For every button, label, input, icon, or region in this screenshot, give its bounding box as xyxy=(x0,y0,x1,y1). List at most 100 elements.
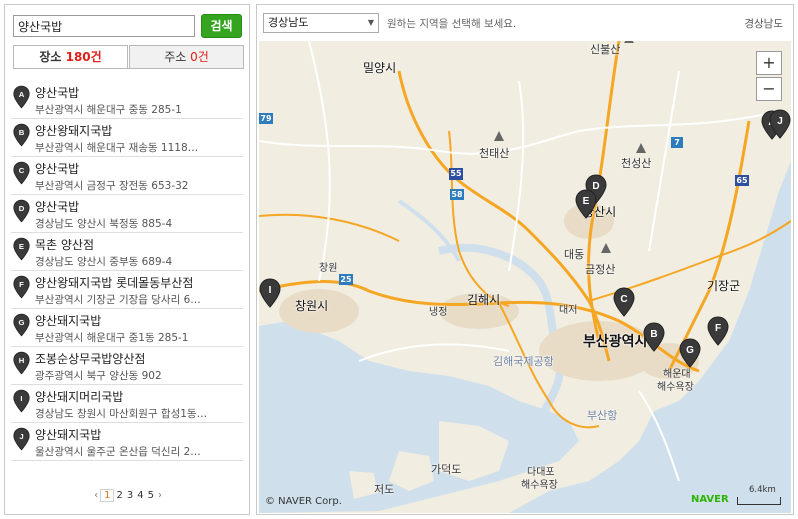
map-marker-f[interactable]: F xyxy=(707,316,729,346)
result-address: 부산광역시 기장군 기장읍 당사리 6… xyxy=(35,294,201,306)
map-marker-j[interactable]: J xyxy=(769,109,791,139)
map-marker-b[interactable]: B xyxy=(643,322,665,352)
result-address: 부산광역시 해운대구 재송동 1118… xyxy=(35,142,199,154)
label-busan-port: 부산항 xyxy=(587,409,618,422)
highway-shield-79: 79 xyxy=(259,113,273,124)
highway-shield-65: 65 xyxy=(735,175,749,186)
label-daejeo: 대저 xyxy=(559,305,578,316)
page-link[interactable]: 4 xyxy=(135,490,145,501)
list-item[interactable]: H 조봉순상무국밥양산점광주광역시 북구 양산동 902 xyxy=(11,347,243,385)
svg-text:B: B xyxy=(19,128,25,137)
list-item[interactable]: J 양산돼지국밥 울산광역시 울주군 온산읍 덕신리 2… xyxy=(11,423,243,461)
next-page-icon[interactable]: › xyxy=(156,490,164,501)
svg-text:B: B xyxy=(650,329,657,340)
label-naengjeong: 냉정 xyxy=(429,307,448,318)
result-address: 경상남도 양산시 중부동 689-4 xyxy=(35,256,173,268)
svg-text:E: E xyxy=(583,196,590,207)
result-name[interactable]: 양산국밥 xyxy=(35,160,243,177)
zoom-out-button[interactable]: − xyxy=(756,77,782,101)
label-dadaepo-beach: 해수욕장 xyxy=(521,480,558,491)
map-panel: 경상남도 ▼ 원하는 지역을 선택해 보세요. 경상남도 79 55 58 25… xyxy=(256,4,794,515)
region-current: 경상남도 xyxy=(744,18,783,30)
search-input[interactable] xyxy=(13,15,195,37)
highway-shield-58: 58 xyxy=(450,189,464,200)
label-haeundae-beach: 해수욕장 xyxy=(657,382,694,393)
highway-shield-55: 55 xyxy=(449,168,463,180)
page-link[interactable]: 2 xyxy=(114,490,124,501)
map-view[interactable]: 79 55 58 25 65 7 신불산 밀양시 천태산 천성산 양산시 대동 … xyxy=(259,41,791,513)
zoom-in-button[interactable]: + xyxy=(756,51,782,75)
label-gadeokdo: 가덕도 xyxy=(431,463,462,476)
list-item[interactable]: C 양산국밥부산광역시 금정구 장전동 653-32 xyxy=(11,157,243,195)
highway-shield-25: 25 xyxy=(339,274,353,285)
svg-text:G: G xyxy=(18,318,24,327)
list-item[interactable]: I 양산돼지머리국밥경상남도 창원시 마산회원구 합성1동… xyxy=(11,385,243,423)
result-address: 광주광역시 북구 양산동 902 xyxy=(35,370,162,382)
map-marker-c[interactable]: C xyxy=(613,287,635,317)
pagination: ‹ 1 2 3 4 5 › xyxy=(5,489,251,502)
marker-pin-icon: G xyxy=(13,313,30,337)
region-select[interactable]: 경상남도 ▼ xyxy=(263,13,379,33)
tab-divider xyxy=(13,68,243,69)
svg-text:J: J xyxy=(777,116,783,127)
result-name[interactable]: 양산돼지머리국밥 xyxy=(35,388,243,405)
list-item[interactable]: B 양산왕돼지국밥부산광역시 해운대구 재송동 1118… xyxy=(11,119,243,157)
result-name[interactable]: 양산돼지국밥 xyxy=(35,426,243,443)
list-item[interactable]: G 양산돼지국밥부산광역시 해운대구 중1동 285-1 xyxy=(11,309,243,347)
marker-pin-icon: B xyxy=(13,123,30,147)
result-address: 부산광역시 해운대구 중1동 285-1 xyxy=(35,332,189,344)
marker-pin-icon: E xyxy=(13,237,30,261)
result-name[interactable]: 목촌 양산점 xyxy=(35,236,243,253)
list-item[interactable]: D 양산국밥경상남도 양산시 북정동 885-4 xyxy=(11,195,243,233)
svg-text:E: E xyxy=(19,242,24,251)
prev-page-icon[interactable]: ‹ xyxy=(92,490,100,501)
map-marker-e[interactable]: E xyxy=(575,189,597,219)
page-link[interactable]: 3 xyxy=(125,490,135,501)
marker-pin-icon: H xyxy=(13,351,30,375)
label-gimhae: 김해시 xyxy=(467,293,501,307)
result-name[interactable]: 양산왕돼지국밥 롯데몰동부산점 xyxy=(35,274,243,291)
result-tabs: 장소 180건 주소 0건 xyxy=(13,45,244,69)
tab-address-label: 주소 xyxy=(164,50,187,64)
page-link[interactable]: 5 xyxy=(146,490,156,501)
result-name[interactable]: 양산국밥 xyxy=(35,84,243,101)
label-miryang: 밀양시 xyxy=(363,61,397,75)
label-geumjeongsan: 금정산 xyxy=(585,263,616,276)
svg-text:C: C xyxy=(620,294,627,305)
map-marker-i[interactable]: I xyxy=(259,278,281,308)
list-item[interactable]: A 양산국밥 부산광역시 해운대구 중동 285-1 xyxy=(11,81,243,119)
region-select-value: 경상남도 xyxy=(268,16,309,29)
label-changwon: 창원시 xyxy=(295,299,329,313)
result-address: 경상남도 창원시 마산회원구 합성1동… xyxy=(35,408,208,420)
search-button[interactable]: 검색 xyxy=(201,14,242,38)
marker-pin-icon: C xyxy=(13,161,30,185)
result-name[interactable]: 양산돼지국밥 xyxy=(35,312,243,329)
label-jeodo: 저도 xyxy=(374,483,395,496)
marker-pin-icon: I xyxy=(13,389,30,413)
tab-address-count: 0건 xyxy=(190,50,209,64)
chevron-down-icon: ▼ xyxy=(367,18,374,27)
svg-text:F: F xyxy=(715,323,721,334)
highway-shield-7: 7 xyxy=(671,137,683,148)
result-list: A 양산국밥 부산광역시 해운대구 중동 285-1 B 양산왕돼지국밥 부산광역시 해운… xyxy=(11,81,243,461)
label-busan: 부산광역시 xyxy=(583,334,648,350)
result-address: 경상남도 양산시 북정동 885-4 xyxy=(35,218,173,230)
label-sinbulsan: 신불산 xyxy=(590,43,621,56)
label-gijang: 기장군 xyxy=(707,279,741,293)
map-copyright: © NAVER Corp. xyxy=(265,496,342,507)
tab-places[interactable]: 장소 180건 xyxy=(13,45,128,69)
result-name[interactable]: 조봉순상무국밥양산점 xyxy=(35,350,243,367)
map-marker-g[interactable]: G xyxy=(679,338,701,368)
svg-text:J: J xyxy=(19,432,23,441)
result-name[interactable]: 양산국밥 xyxy=(35,198,243,215)
tab-address[interactable]: 주소 0건 xyxy=(129,45,244,69)
list-item[interactable]: F 양산왕돼지국밥 롯데몰동부산점 부산광역시 기장군 기장읍 당사리 6… xyxy=(11,271,243,309)
result-address: 부산광역시 금정구 장전동 653-32 xyxy=(35,180,189,192)
result-name[interactable]: 양산왕돼지국밥 xyxy=(35,122,243,139)
svg-text:D: D xyxy=(19,204,25,213)
svg-text:I: I xyxy=(269,285,272,296)
svg-text:C: C xyxy=(19,166,25,175)
list-item[interactable]: E 목촌 양산점경상남도 양산시 중부동 689-4 xyxy=(11,233,243,271)
page-link[interactable]: 1 xyxy=(100,489,115,502)
marker-pin-icon: A xyxy=(13,85,30,109)
